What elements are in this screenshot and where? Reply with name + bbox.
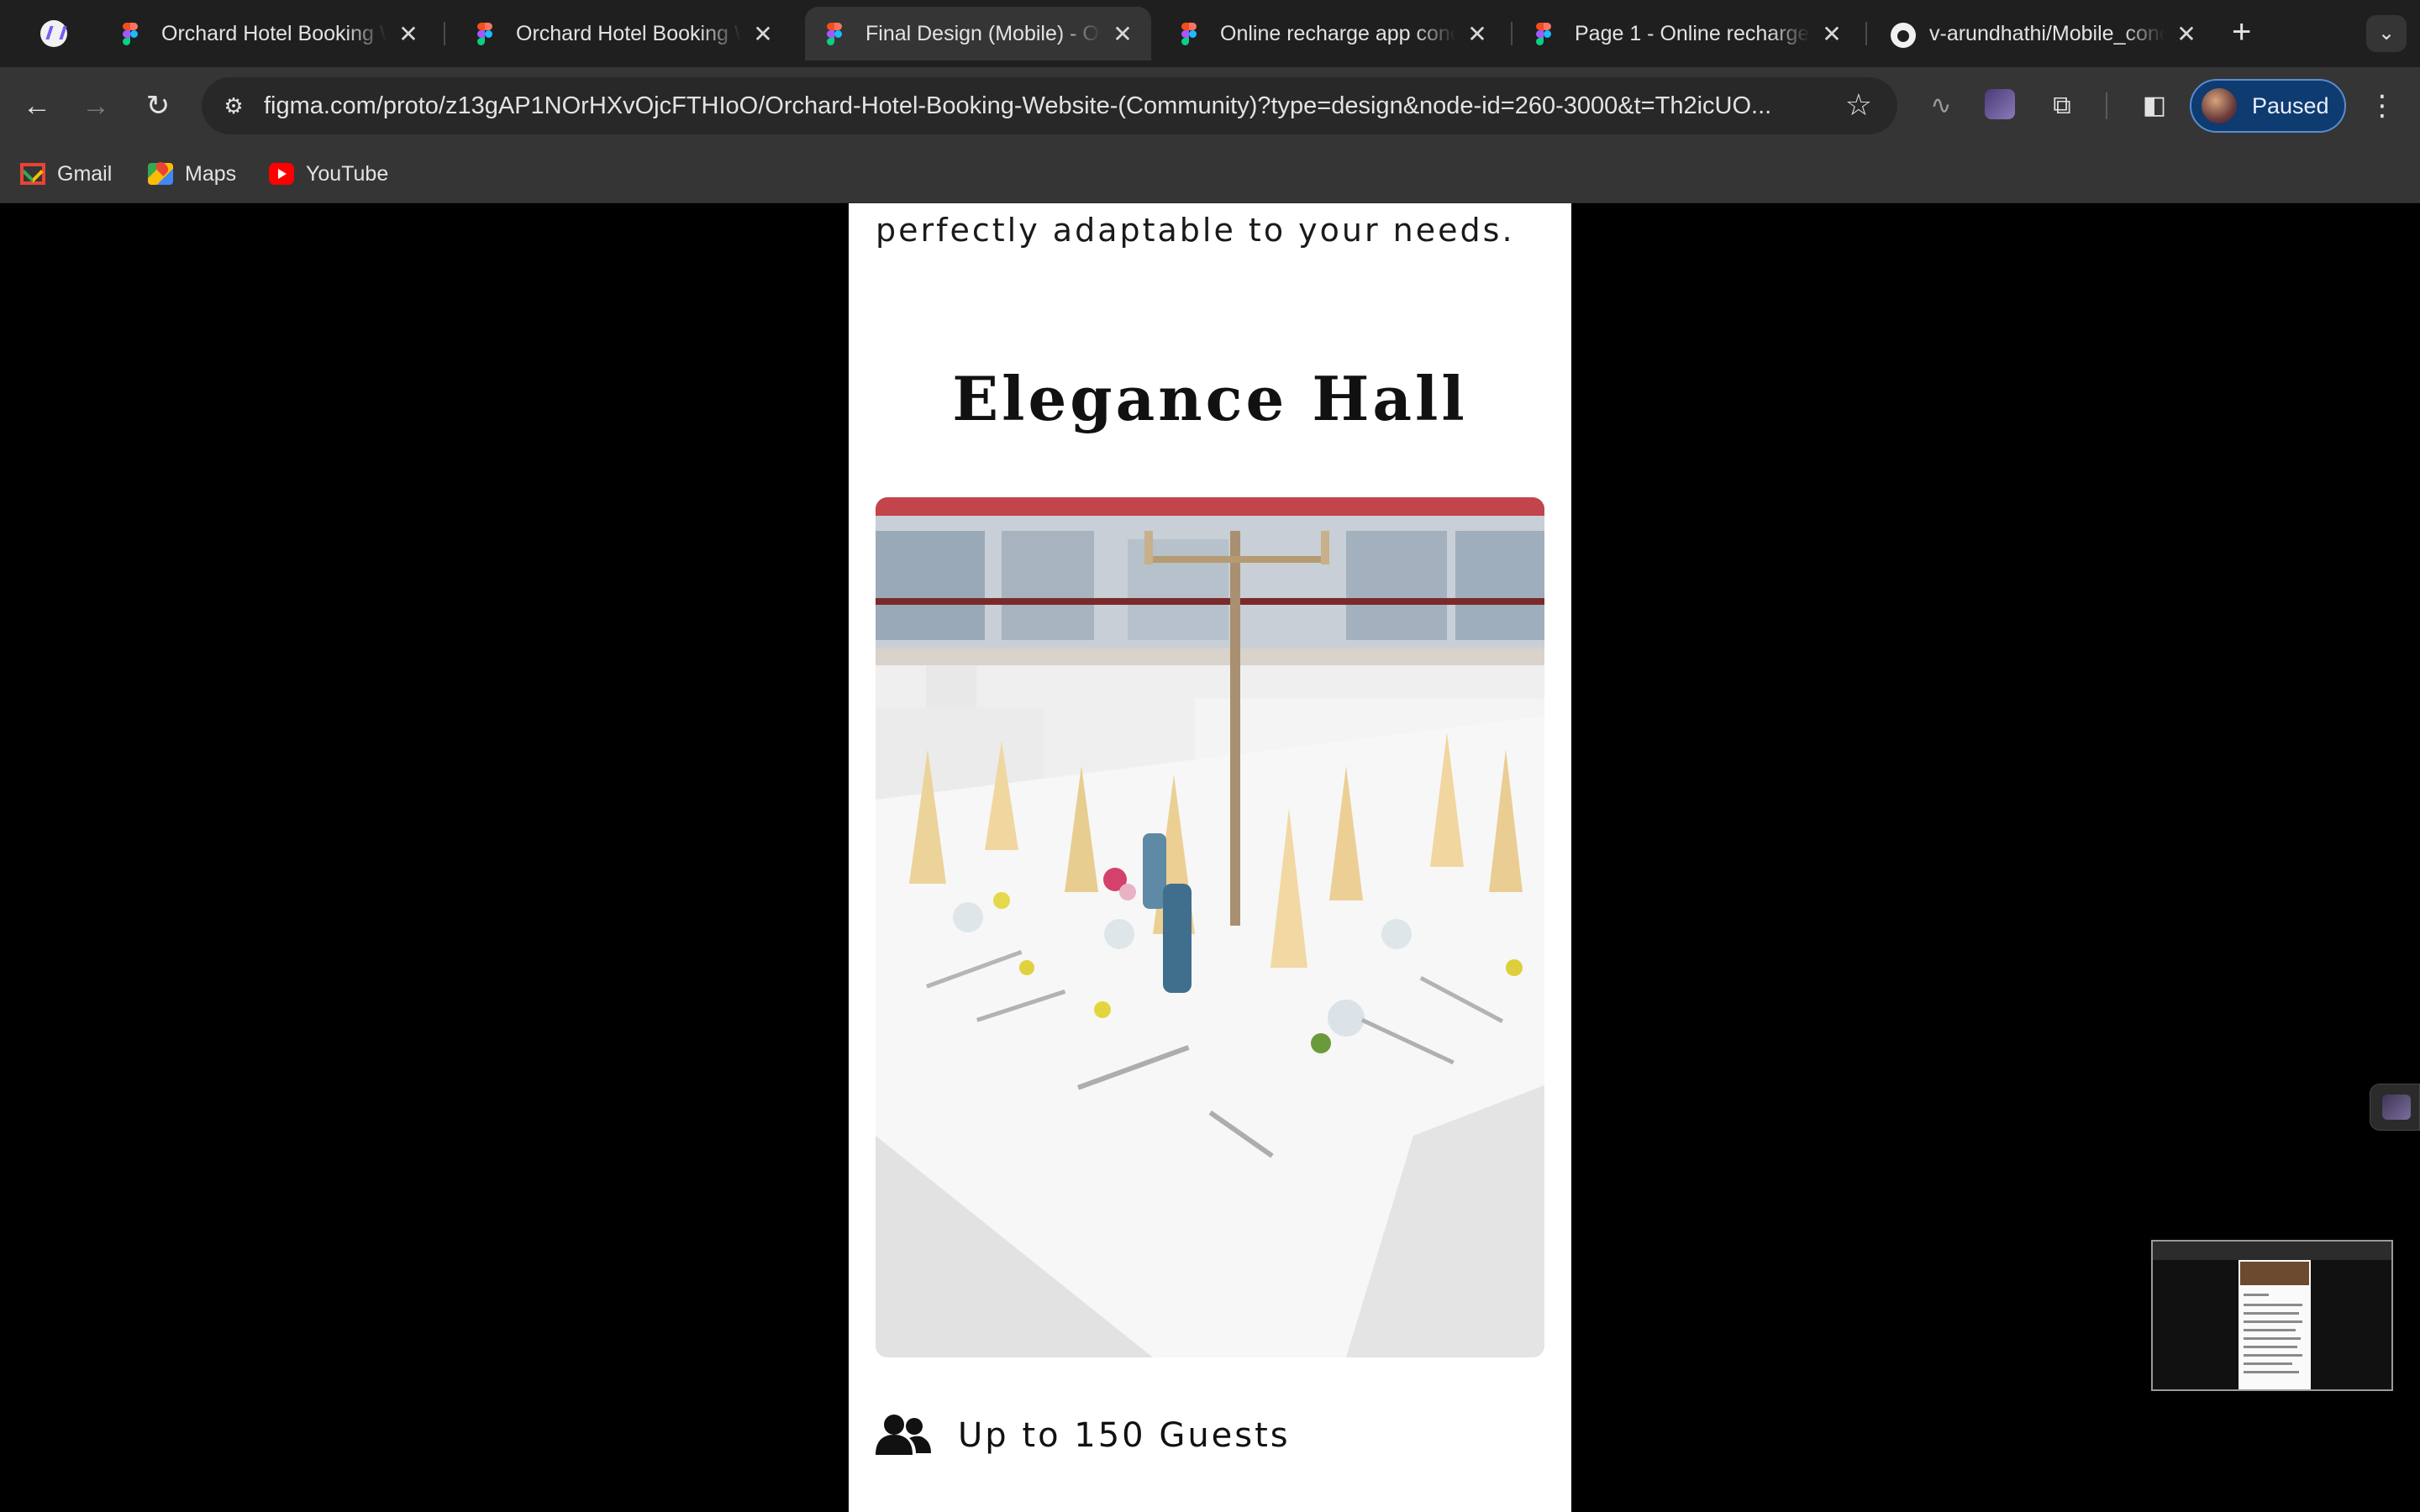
tab-divider xyxy=(1511,22,1512,45)
tab-strip: Orchard Hotel Booking Website (Community… xyxy=(0,0,2420,67)
hall-photo xyxy=(876,497,1544,1357)
mobile-frame[interactable]: perfectly adaptable to your needs. Elega… xyxy=(849,203,1571,1512)
close-icon[interactable]: ✕ xyxy=(750,20,776,48)
bookmark-star-icon[interactable]: ☆ xyxy=(1845,87,1872,123)
close-icon[interactable]: ✕ xyxy=(395,20,422,48)
bookmark-gmail[interactable]: Gmail xyxy=(20,158,112,190)
prototype-minimap[interactable] xyxy=(2151,1240,2393,1391)
tab-divider xyxy=(444,22,445,45)
forward-button[interactable]: → xyxy=(76,86,116,126)
close-icon[interactable]: ✕ xyxy=(1109,20,1136,48)
browser-menu-icon[interactable]: ⋮ xyxy=(2368,86,2396,126)
avatar xyxy=(2202,88,2237,123)
floating-extension-icon[interactable] xyxy=(2370,1084,2420,1131)
bookmark-youtube[interactable]: YouTube xyxy=(269,158,388,190)
tab-title: Page 1 - Online recharge app xyxy=(1575,21,1810,46)
extension-icon[interactable] xyxy=(1985,89,2015,119)
back-button[interactable]: ← xyxy=(17,86,57,126)
bookmark-label: YouTube xyxy=(306,161,389,186)
site-info-icon[interactable]: ⚙ xyxy=(217,89,250,123)
reload-button[interactable]: ↻ xyxy=(138,86,178,126)
guest-capacity: Up to 150 Guests xyxy=(876,1413,1291,1458)
youtube-icon xyxy=(269,163,294,185)
tab-title: Online recharge app concept xyxy=(1220,21,1455,46)
url-text[interactable]: figma.com/proto/z13gAP1NOrHXvOjcFTHIoO/O… xyxy=(264,92,1818,120)
profile-status-label: Paused xyxy=(2252,92,2329,118)
tab-orchard-hotel-2[interactable]: Orchard Hotel Booking Website (Community… xyxy=(455,7,792,60)
tab-search-button[interactable]: ⌄ xyxy=(2366,15,2407,52)
bookmark-label: Maps xyxy=(185,161,237,186)
tab-online-recharge-concept[interactable]: Online recharge app concept ✕ xyxy=(1160,7,1506,60)
bookmark-label: Gmail xyxy=(57,161,113,186)
figma-icon xyxy=(827,23,849,45)
guest-capacity-text: Up to 150 Guests xyxy=(958,1416,1291,1455)
tab-title: Orchard Hotel Booking Website (Community… xyxy=(516,21,741,46)
tab-page-1-online-recharge[interactable]: Page 1 - Online recharge app ✕ xyxy=(1514,7,1860,60)
banquet-table-image xyxy=(876,497,1544,1357)
tab-title: v-arundhathi/Mobile_concept xyxy=(1929,21,2165,46)
hall-title: Elegance Hall xyxy=(952,363,1468,434)
maps-icon xyxy=(148,163,173,185)
close-icon[interactable]: ✕ xyxy=(1464,20,1491,48)
address-bar[interactable]: ⚙ figma.com/proto/z13gAP1NOrHXvOjcFTHIoO… xyxy=(202,77,1897,134)
figma-icon xyxy=(123,23,145,45)
figma-icon xyxy=(1181,23,1203,45)
tab-github-mobile-concept[interactable]: v-arundhathi/Mobile_concept ✕ xyxy=(1869,7,2215,60)
tab-final-design-mobile[interactable]: Final Design (Mobile) - Orchard ✕ xyxy=(805,7,1151,60)
gmail-icon xyxy=(20,163,45,185)
close-icon[interactable]: ✕ xyxy=(2173,20,2200,48)
tab-title: Final Design (Mobile) - Orchard xyxy=(865,21,1101,46)
side-panel-icon[interactable]: ◧ xyxy=(2138,89,2171,123)
activity-icon[interactable]: ∿ xyxy=(1924,89,1958,123)
github-icon xyxy=(1891,23,1916,48)
new-tab-button[interactable]: + xyxy=(2232,15,2251,49)
tab-orchard-hotel-1[interactable]: Orchard Hotel Booking Website (Community… xyxy=(101,7,437,60)
tab-divider xyxy=(1865,22,1867,45)
extensions-puzzle-icon[interactable]: ⧉ xyxy=(2045,89,2079,123)
bookmark-maps[interactable]: Maps xyxy=(148,158,236,190)
intro-text: perfectly adaptable to your needs. xyxy=(876,212,1515,249)
browser-toolbar: ← → ↻ ⚙ figma.com/proto/z13gAP1NOrHXvOjc… xyxy=(0,67,2420,144)
app-logo-icon[interactable] xyxy=(40,20,67,47)
close-icon[interactable]: ✕ xyxy=(1818,20,1845,48)
users-icon xyxy=(876,1413,931,1458)
figma-icon xyxy=(1536,23,1558,45)
tab-title: Orchard Hotel Booking Website (Community… xyxy=(161,21,387,46)
prototype-viewport: perfectly adaptable to your needs. Elega… xyxy=(0,203,2420,1512)
bookmarks-bar: Gmail Maps YouTube xyxy=(0,144,2420,203)
toolbar-divider xyxy=(2106,92,2107,119)
figma-icon xyxy=(477,23,499,45)
profile-button[interactable]: Paused xyxy=(2190,79,2346,133)
